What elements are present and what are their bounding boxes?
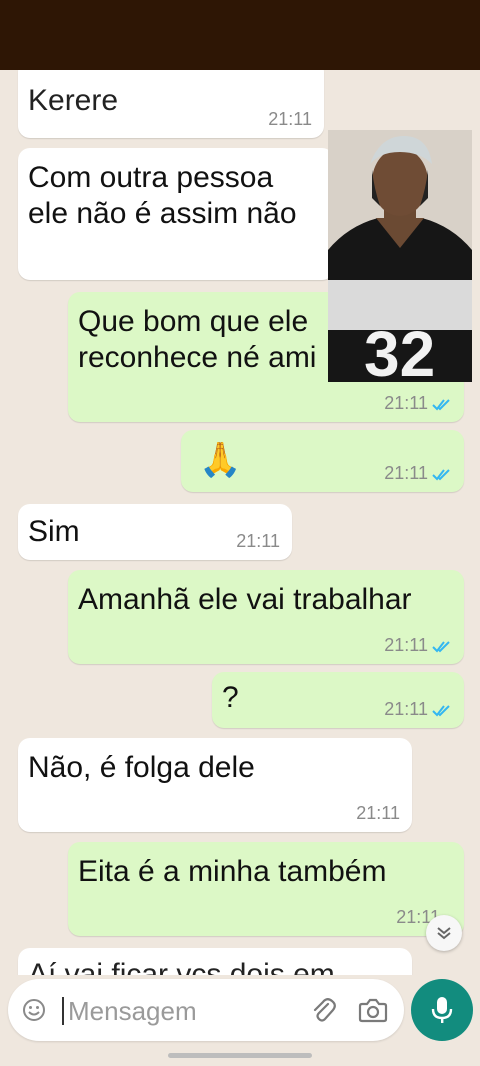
message-time: 21:11 bbox=[356, 803, 400, 823]
message-text: Kerere bbox=[28, 84, 119, 117]
message-input[interactable] bbox=[66, 992, 290, 1030]
chevron-double-down-icon bbox=[437, 927, 451, 940]
camera-icon[interactable] bbox=[358, 996, 388, 1024]
message-time: 21:11 bbox=[268, 109, 312, 129]
message-text: Com outra pessoa ele não é assim não bbox=[28, 161, 297, 230]
message-time: 21:11 bbox=[384, 635, 452, 656]
message-time: 21:11 bbox=[384, 463, 452, 484]
video-overlay: 32 bbox=[328, 130, 472, 382]
message-bubble-outgoing[interactable]: ? 21:11 bbox=[212, 672, 464, 728]
read-tick-icon bbox=[432, 398, 450, 411]
mic-button[interactable] bbox=[411, 979, 473, 1041]
message-bubble-partial-bottom[interactable]: Aí vai ficar vcs dois em bbox=[18, 948, 412, 975]
message-bubble-outgoing[interactable]: Amanhã ele vai trabalhar 21:11 bbox=[68, 570, 464, 664]
status-bar bbox=[0, 0, 480, 70]
message-text: Que bom que ele reconhece né ami bbox=[78, 305, 317, 374]
message-bubble-incoming[interactable]: Com outra pessoa ele não é assim não bbox=[18, 148, 334, 280]
message-bubble-outgoing[interactable]: 🙏 21:11 bbox=[181, 430, 464, 492]
composer-bar bbox=[0, 975, 480, 1066]
message-text: Amanhã ele vai trabalhar bbox=[78, 583, 412, 616]
scroll-to-bottom-button[interactable] bbox=[426, 915, 462, 951]
message-time: 21:11 bbox=[236, 531, 280, 551]
mic-icon bbox=[431, 997, 453, 1023]
message-text: Sim bbox=[28, 515, 80, 548]
person-figure: 32 bbox=[328, 130, 472, 382]
message-text: ? bbox=[222, 681, 239, 714]
home-indicator bbox=[168, 1053, 312, 1058]
jersey-number: 32 bbox=[364, 318, 435, 382]
message-bubble-partial-top[interactable]: Kerere 21:11 bbox=[18, 70, 324, 138]
message-text: Não, é folga dele bbox=[28, 751, 255, 784]
message-time: 21:11 bbox=[384, 393, 452, 414]
read-tick-icon bbox=[432, 704, 450, 717]
message-bubble-outgoing[interactable]: Eita é a minha também 21:11 bbox=[68, 842, 464, 936]
message-time: 21:11 bbox=[384, 699, 452, 720]
paperclip-icon[interactable] bbox=[308, 995, 338, 1025]
emoji-icon[interactable] bbox=[22, 998, 46, 1022]
message-input-box[interactable] bbox=[8, 979, 404, 1041]
message-text: Eita é a minha também bbox=[78, 855, 387, 888]
read-tick-icon bbox=[432, 468, 450, 481]
message-bubble-incoming[interactable]: Sim 21:11 bbox=[18, 504, 292, 560]
message-bubble-incoming[interactable]: Não, é folga dele 21:11 bbox=[18, 738, 412, 832]
read-tick-icon bbox=[432, 640, 450, 653]
message-text: Aí vai ficar vcs dois em bbox=[28, 958, 335, 975]
text-caret bbox=[62, 997, 64, 1025]
emoji-message-text: 🙏 bbox=[199, 441, 242, 479]
